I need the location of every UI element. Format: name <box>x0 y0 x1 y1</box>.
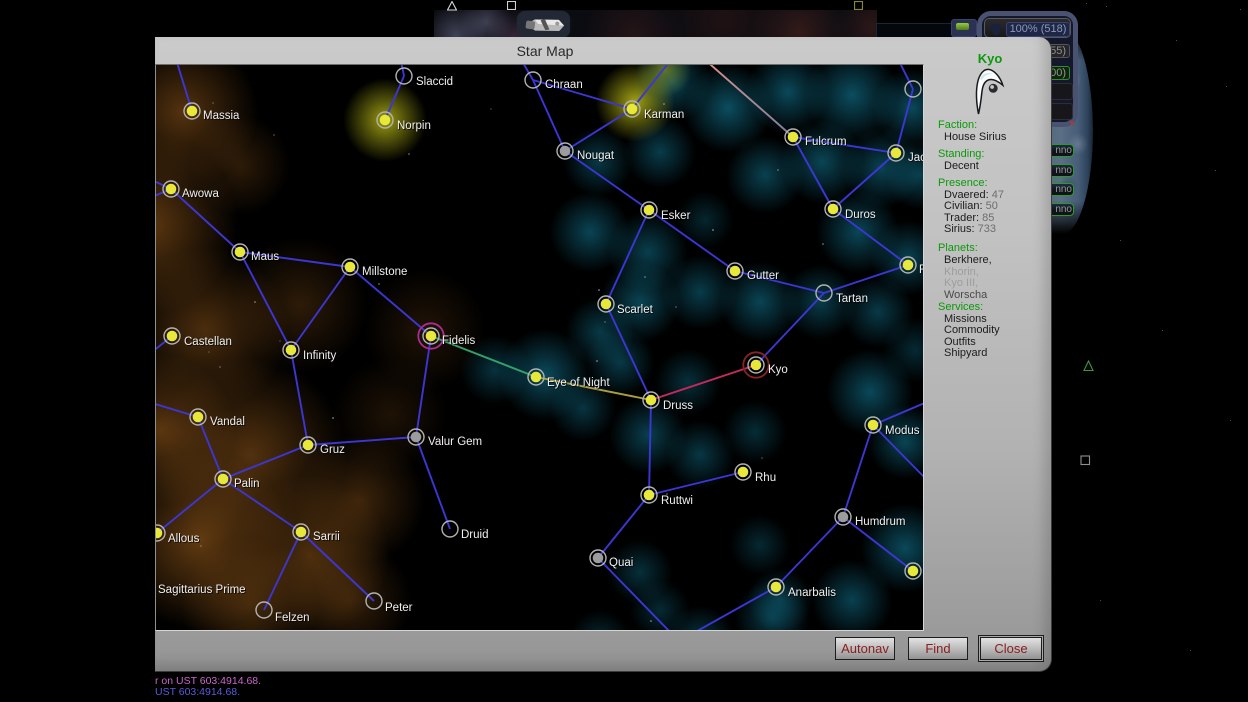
svg-text:Peter: Peter <box>385 602 413 614</box>
svg-text:Slaccid: Slaccid <box>416 76 453 88</box>
svg-text:Modus Ma: Modus Ma <box>885 425 924 437</box>
svg-text:Fulcrum: Fulcrum <box>805 136 847 148</box>
svg-text:Ruttwi: Ruttwi <box>661 495 693 507</box>
svg-text:Duros: Duros <box>845 209 876 221</box>
svg-text:Anarbalis: Anarbalis <box>788 587 836 599</box>
svg-text:Massia: Massia <box>203 110 240 122</box>
svg-text:Fidelis: Fidelis <box>442 335 475 347</box>
svg-text:Karman: Karman <box>644 109 684 121</box>
svg-text:Allous: Allous <box>168 533 200 545</box>
svg-text:Norpin: Norpin <box>397 120 431 132</box>
svg-text:Tartan: Tartan <box>836 293 868 305</box>
svg-text:Infinity: Infinity <box>303 350 336 362</box>
svg-text:Maus: Maus <box>251 251 279 263</box>
svg-text:Druss: Druss <box>663 400 693 412</box>
svg-text:Sarrii: Sarrii <box>313 531 340 543</box>
svg-text:Druid: Druid <box>461 529 488 541</box>
svg-text:Castellan: Castellan <box>184 336 232 348</box>
svg-text:Nougat: Nougat <box>577 150 615 162</box>
svg-text:Valur Gem: Valur Gem <box>428 436 482 448</box>
svg-text:Fe: Fe <box>919 264 924 276</box>
svg-text:Gruz: Gruz <box>320 444 345 456</box>
svg-text:Chraan: Chraan <box>545 79 583 91</box>
svg-text:Eye of Night: Eye of Night <box>547 377 610 389</box>
svg-text:Millstone: Millstone <box>362 266 407 278</box>
svg-text:Quai: Quai <box>609 557 633 569</box>
svg-text:Esker: Esker <box>661 210 691 222</box>
svg-text:Jack: Jack <box>908 152 924 164</box>
svg-text:Scarlet: Scarlet <box>617 304 654 316</box>
svg-text:Kyo: Kyo <box>768 364 788 376</box>
svg-text:Vandal: Vandal <box>210 416 245 428</box>
svg-text:Humdrum: Humdrum <box>855 516 905 528</box>
svg-text:Sagittarius Prime: Sagittarius Prime <box>158 584 246 596</box>
svg-text:Rhu: Rhu <box>755 472 776 484</box>
svg-text:Palin: Palin <box>234 478 260 490</box>
svg-text:Awowa: Awowa <box>182 188 219 200</box>
svg-text:Gutter: Gutter <box>747 270 779 282</box>
svg-text:Felzen: Felzen <box>275 612 310 624</box>
